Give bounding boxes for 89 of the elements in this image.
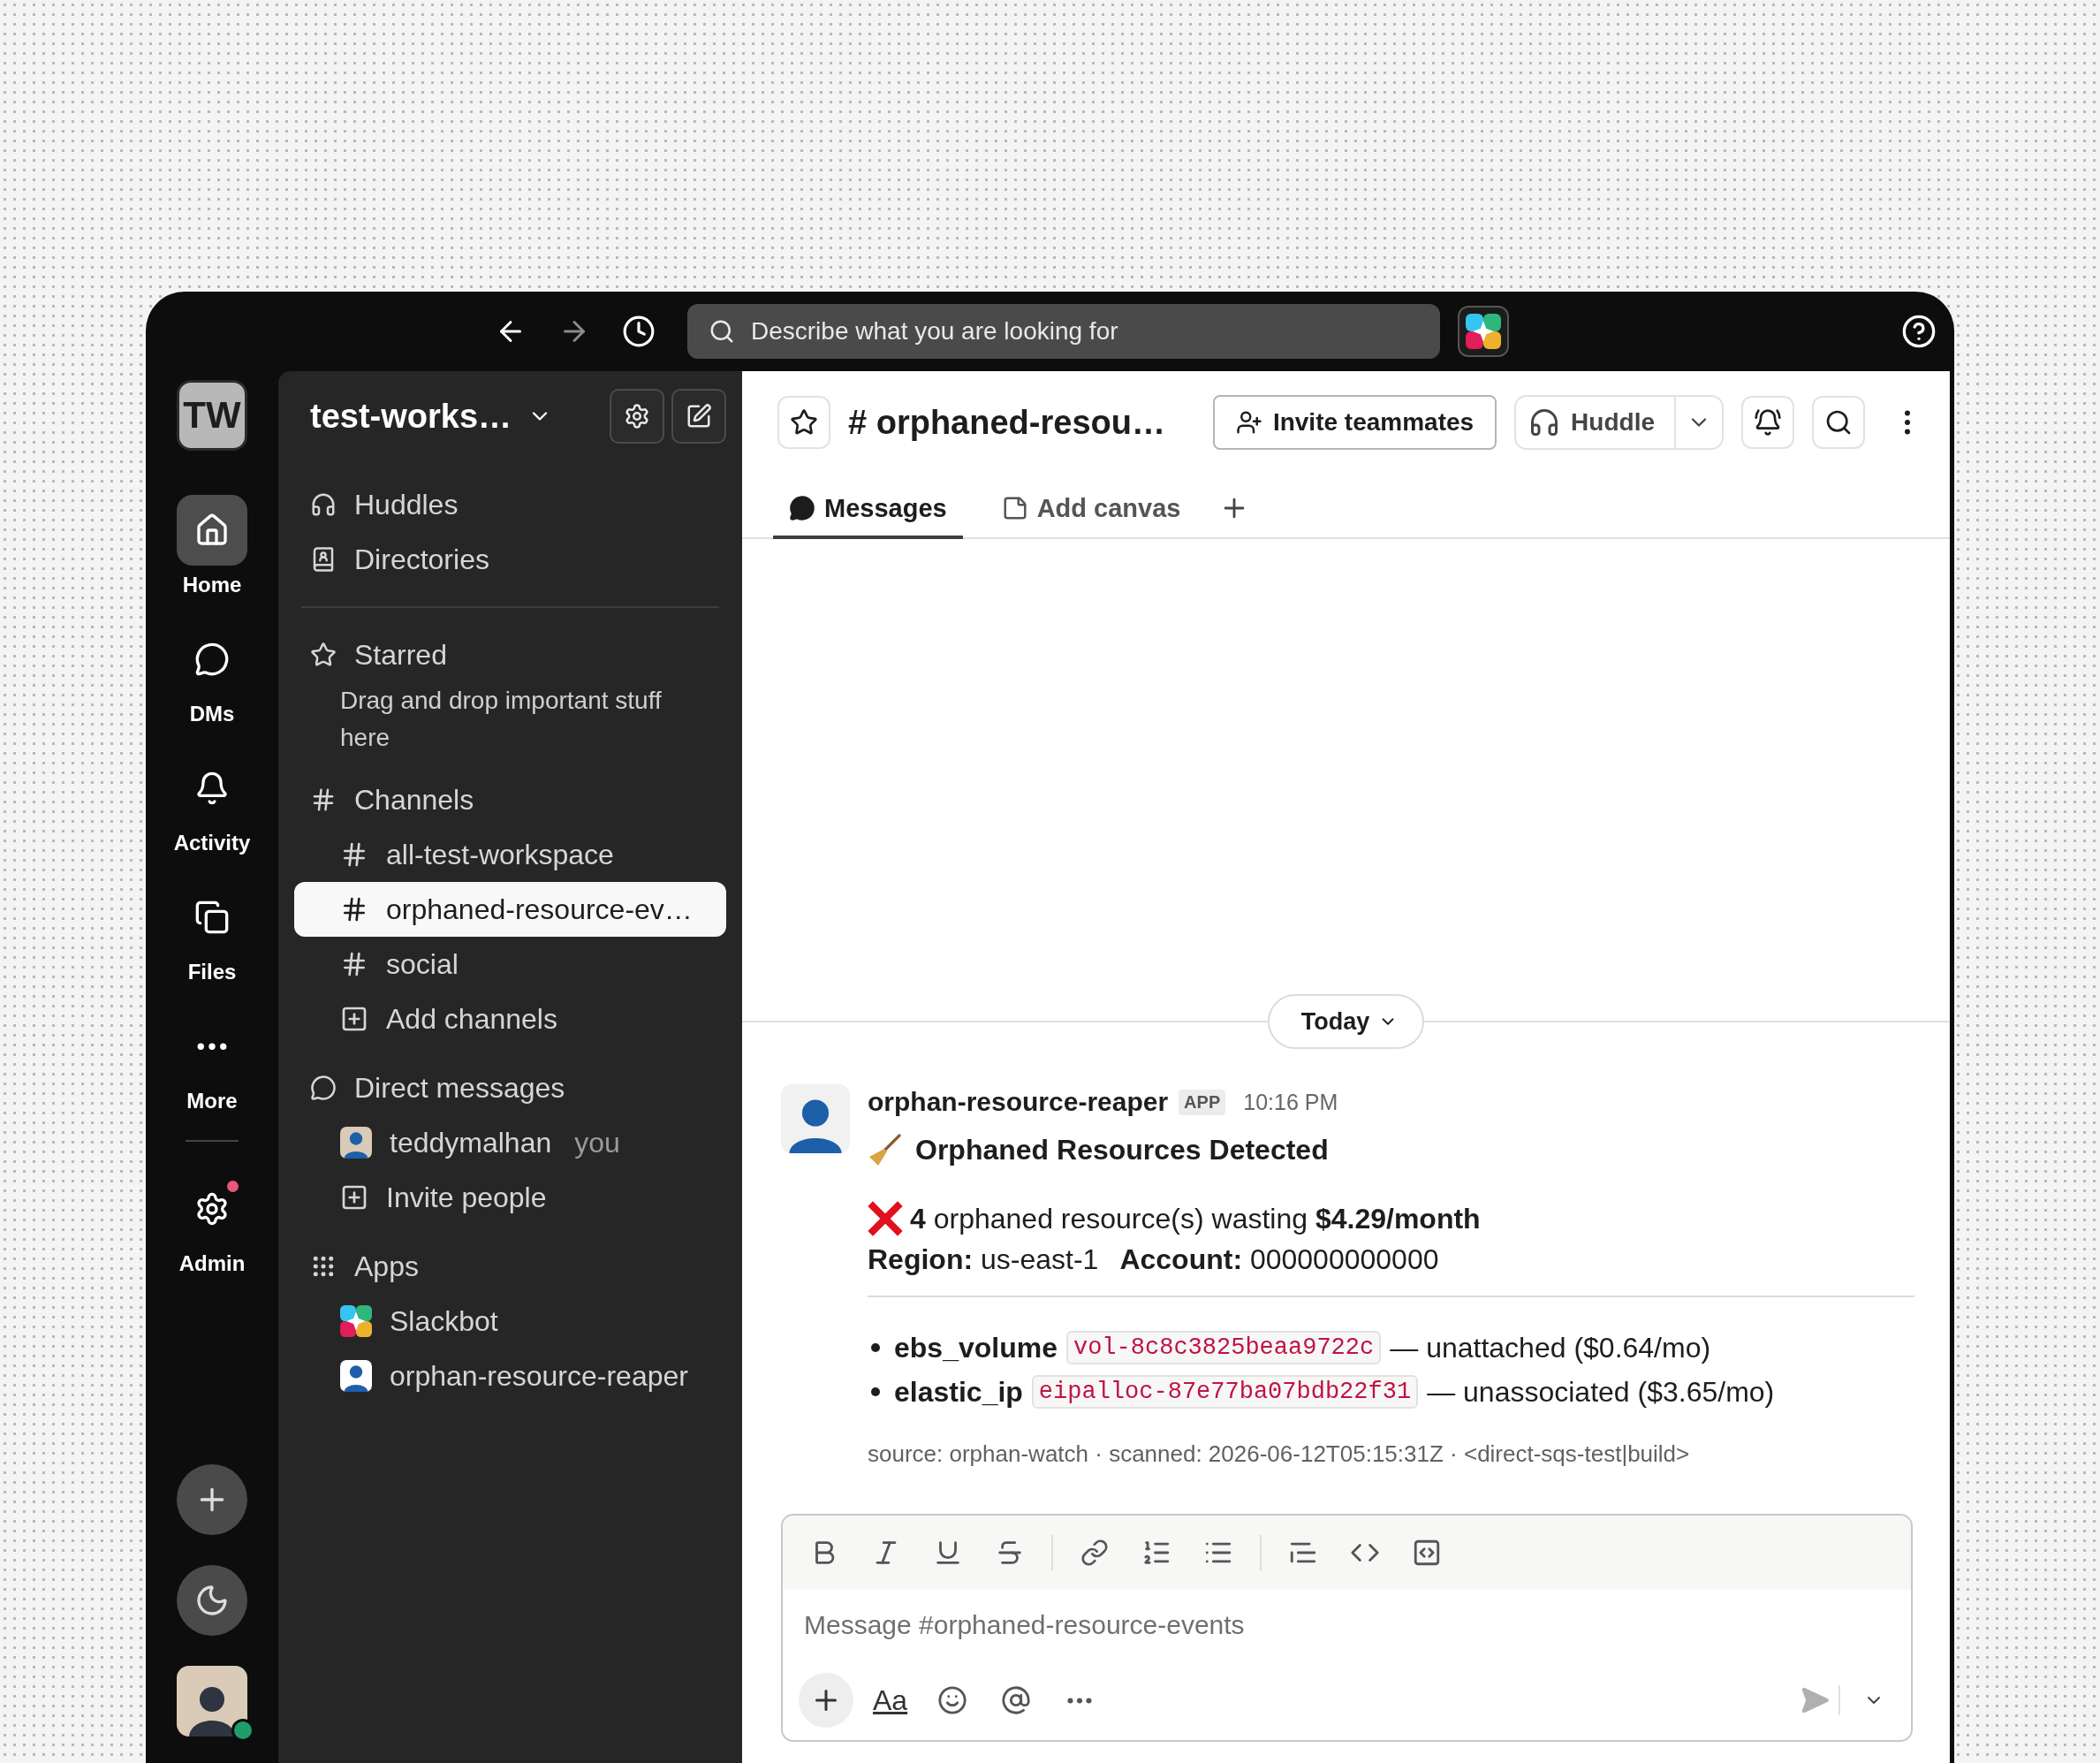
settings-icon	[194, 1191, 230, 1227]
home-icon	[194, 513, 230, 548]
section-header[interactable]: Starred	[294, 627, 726, 682]
ellipsis-icon	[197, 1042, 227, 1051]
channel-item[interactable]: all-test-workspace	[294, 827, 726, 882]
you-label: you	[574, 1126, 620, 1159]
slackbot-icon	[340, 1305, 372, 1337]
channel-item[interactable]: social	[294, 937, 726, 992]
smiley-icon	[937, 1685, 968, 1715]
search-button[interactable]	[1812, 396, 1865, 449]
dm-item[interactable]: teddymalhan you	[294, 1115, 726, 1170]
bullet-icon	[871, 1343, 880, 1352]
help-icon[interactable]	[1901, 314, 1937, 349]
broom-icon	[868, 1132, 903, 1167]
sidebar-item[interactable]: Huddles	[294, 477, 726, 532]
app-tag: APP	[1179, 1089, 1226, 1115]
date-divider-button[interactable]: Today	[1267, 994, 1425, 1049]
app-item[interactable]: Slackbot	[294, 1294, 726, 1349]
ellipsis-icon	[1067, 1697, 1093, 1704]
person-avatar-icon	[340, 1127, 372, 1159]
huddle-button[interactable]: Huddle	[1516, 397, 1676, 448]
section-header[interactable]: Apps	[294, 1239, 726, 1294]
channel-item[interactable]: orphaned-resource-ev…	[294, 882, 726, 937]
rail-item[interactable]: DMs	[177, 624, 247, 726]
send-icon	[1800, 1685, 1830, 1715]
resource-id: vol-8c8c3825beaa9722c	[1065, 1331, 1382, 1364]
add-person-icon	[1235, 409, 1262, 436]
rail-item[interactable]: Activity	[173, 753, 251, 855]
rail-item[interactable]: Admin	[177, 1174, 247, 1276]
resource-type: elastic_ip	[894, 1375, 1023, 1409]
app-item[interactable]: orphan-resource-reaper	[294, 1349, 726, 1403]
message-time[interactable]: 10:16 PM	[1243, 1089, 1338, 1115]
section-header[interactable]: Channels	[294, 772, 726, 827]
rail-item[interactable]: More	[177, 1011, 247, 1113]
bullet-icon	[871, 1387, 880, 1396]
compose-button[interactable]	[671, 389, 726, 444]
meta-text: Account: 000000000000	[1119, 1243, 1439, 1276]
app-logo-tile[interactable]	[1458, 306, 1509, 357]
channel-title[interactable]: # orphaned-resou…	[848, 403, 1195, 442]
sidebar-item[interactable]: Directories	[294, 532, 726, 587]
person-avatar-icon	[340, 1360, 372, 1392]
starred-hint: Drag and drop important stuff here	[340, 686, 663, 753]
resource-note: — unassociated ($3.65/mo)	[1427, 1375, 1775, 1409]
workspace-name[interactable]: test-works…	[310, 397, 553, 436]
section-header[interactable]: Direct messages	[294, 1060, 726, 1115]
invite-teammates-button[interactable]: Invite teammates	[1212, 395, 1497, 450]
workspace-tile[interactable]: TW	[177, 380, 247, 451]
resource-id: eipalloc-87e77ba07bdb22f31	[1031, 1375, 1419, 1409]
search-field[interactable]: Describe what you are looking for	[687, 304, 1440, 359]
at-sign-icon	[1001, 1685, 1032, 1715]
message-heading: Orphaned Resources Detected	[915, 1133, 1329, 1166]
compose-icon	[686, 403, 712, 429]
moon-icon	[194, 1583, 230, 1618]
settings-button[interactable]	[610, 389, 664, 444]
message-footer: source: orphan-watch · scanned: 2026-06-12T05:15:31Z · <direct-sqs-test|build>	[868, 1440, 1914, 1468]
search-icon	[709, 318, 735, 345]
notifications-button[interactable]	[1741, 396, 1794, 449]
add-channels-item[interactable]: Add channels	[294, 992, 726, 1046]
channel-tab[interactable]: Add canvas	[985, 481, 1197, 539]
bell-icon	[1754, 408, 1782, 437]
slackbot-icon	[1466, 314, 1501, 349]
invite-people-item[interactable]: Invite people	[294, 1170, 726, 1225]
cross-mark-icon	[868, 1201, 903, 1236]
summary-text: 4 orphaned resource(s) wasting $4.29/month	[910, 1202, 1481, 1235]
channel-tab[interactable]: Messages	[773, 481, 963, 539]
link-icon	[1080, 1539, 1109, 1567]
files-icon	[194, 900, 230, 935]
headphones-icon	[310, 491, 337, 518]
bell-icon	[194, 771, 230, 806]
star-icon	[310, 642, 337, 668]
meta-text: Region: us-east-1	[868, 1243, 1099, 1276]
resource-note: — unattached ($0.64/mo)	[1390, 1331, 1711, 1364]
resource-type: ebs_volume	[894, 1331, 1058, 1364]
search-icon	[1824, 408, 1853, 437]
code-block-icon	[1412, 1538, 1442, 1568]
dm-name: teddymalhan	[390, 1126, 552, 1159]
rail-item[interactable]: Files	[177, 882, 247, 984]
plus-icon	[340, 1183, 368, 1212]
history-icon[interactable]	[622, 315, 656, 348]
speech-bubble-icon	[789, 495, 815, 521]
search-placeholder: Describe what you are looking for	[751, 317, 1118, 346]
user-avatar[interactable]	[177, 1666, 247, 1736]
formatting-button[interactable]: Aa	[866, 1683, 915, 1717]
message-author[interactable]: orphan-resource-reaper	[868, 1087, 1169, 1117]
star-icon	[790, 408, 818, 437]
star-button[interactable]	[777, 396, 830, 449]
settings-icon	[624, 403, 650, 429]
plus-icon	[340, 1005, 368, 1033]
message-input[interactable]: Message #orphaned-resource-events	[804, 1603, 1890, 1647]
